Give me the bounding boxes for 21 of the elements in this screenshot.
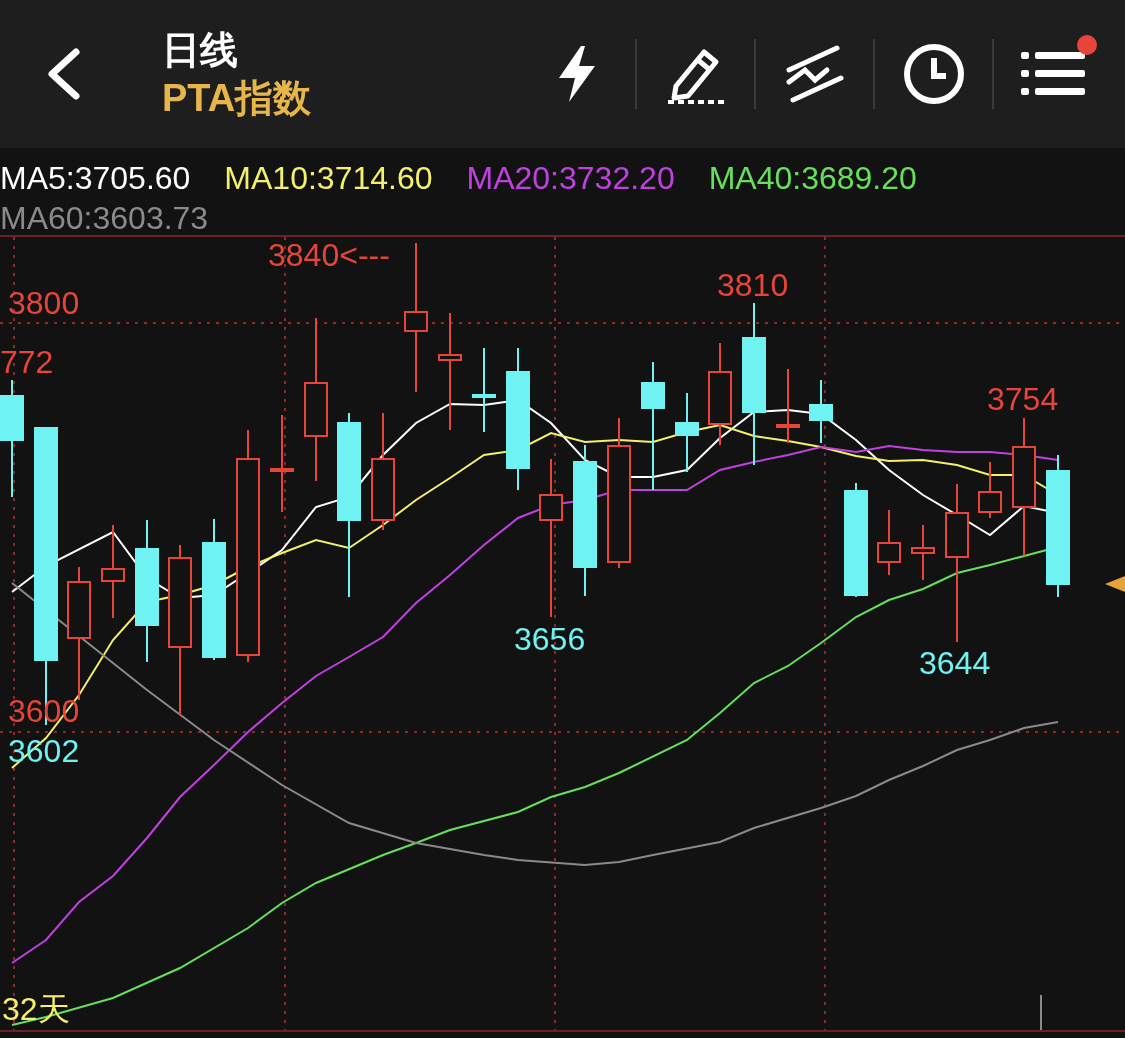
price-marker-icon	[1105, 576, 1125, 592]
candlestick	[911, 524, 935, 581]
price-label: 772	[0, 344, 54, 380]
price-label: 3656	[514, 621, 586, 657]
candlestick	[877, 509, 901, 576]
candlestick	[809, 379, 833, 444]
clock-icon	[901, 42, 966, 106]
moving-average-value: MA5:3705.60	[0, 159, 191, 198]
chart-period-title: 日线	[162, 28, 239, 72]
cursor-tick	[1040, 994, 1042, 1031]
candlestick	[978, 461, 1002, 519]
price-label: 3810	[717, 267, 789, 303]
price-label: 3800	[8, 285, 80, 321]
moving-average-value: MA60:3603.73	[0, 199, 209, 238]
instrument-name: PTA指数	[162, 76, 312, 120]
price-label: 3644	[919, 645, 991, 681]
price-label: 3840<---	[268, 237, 390, 273]
moving-average-value: MA40:3689.20	[708, 159, 917, 198]
moving-average-value: MA20:3732.20	[466, 159, 675, 198]
moving-average-value: MA10:3714.60	[224, 159, 433, 198]
price-label: 3754	[987, 381, 1059, 417]
